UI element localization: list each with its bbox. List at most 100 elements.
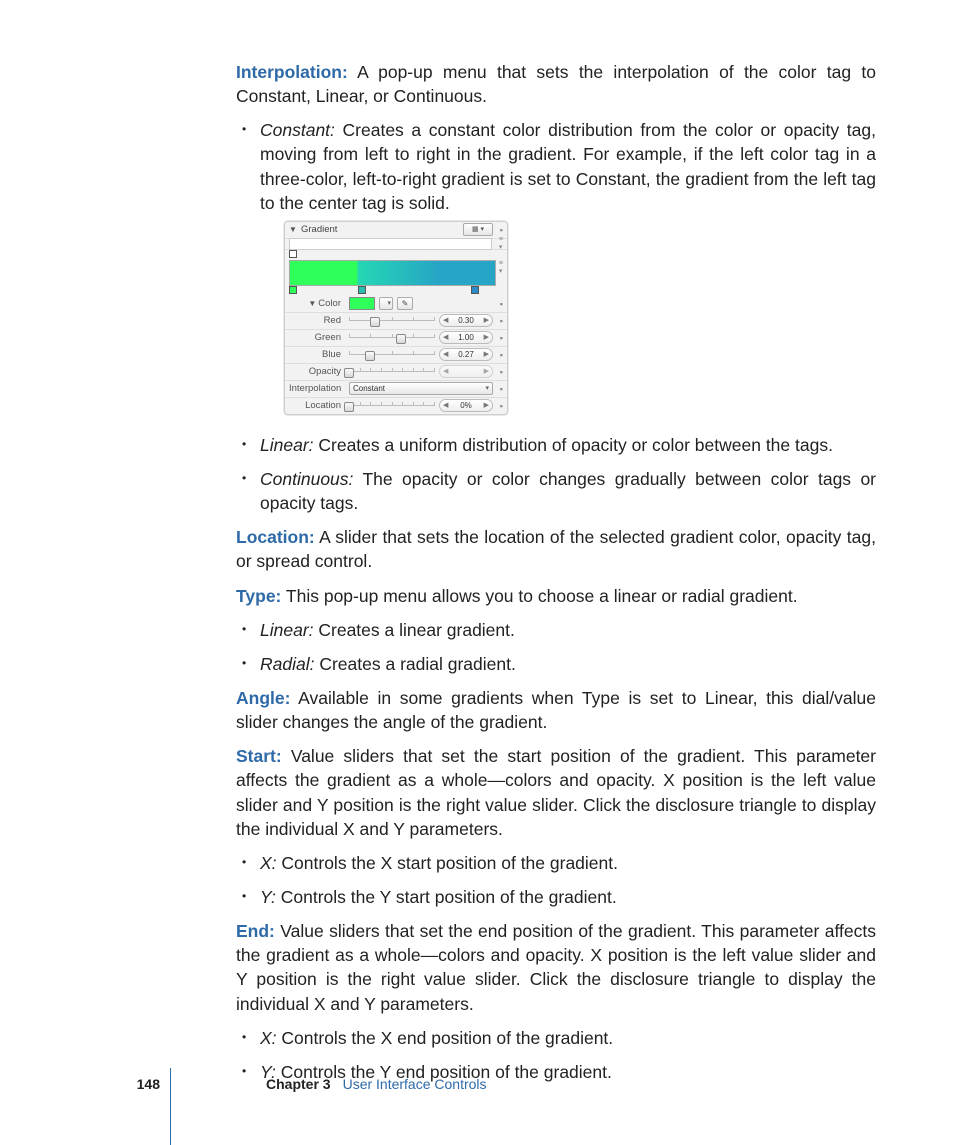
type-list: Linear: Creates a linear gradient. Radia…	[236, 618, 876, 676]
interpolation-item-continuous: Continuous: The opacity or color changes…	[236, 467, 876, 515]
green-value-stepper[interactable]: ◀1.00▶	[439, 331, 493, 344]
angle-term: Angle:	[236, 688, 290, 708]
eyedropper-icon[interactable]: ✎	[397, 297, 413, 310]
start-y-text: Controls the Y start position of the gra…	[276, 887, 617, 907]
red-label: Red	[289, 314, 345, 327]
interpolation-term: Interpolation:	[236, 62, 348, 82]
row-handle-icon: ▪	[497, 224, 503, 236]
angle-paragraph: Angle: Available in some gradients when …	[236, 686, 876, 734]
end-x-label: X:	[260, 1028, 277, 1048]
interpolation-paragraph: Interpolation: A pop-up menu that sets t…	[236, 60, 876, 108]
green-slider[interactable]	[349, 333, 435, 343]
blue-value-stepper[interactable]: ◀0.27▶	[439, 348, 493, 361]
continuous-text: The opacity or color changes gradually b…	[260, 469, 876, 513]
color-tag-center[interactable]	[358, 286, 366, 294]
end-paragraph: End: Value sliders that set the end posi…	[236, 919, 876, 1016]
row-handle-icon: ▪	[497, 332, 503, 344]
interpolation-value: Constant	[353, 383, 385, 394]
red-row: Red ◀0.30▶ ▪	[285, 313, 507, 330]
start-item-y: Y: Controls the Y start position of the …	[236, 885, 876, 909]
opacity-tag[interactable]	[289, 250, 297, 258]
blue-label: Blue	[289, 348, 345, 361]
interpolation-list: Constant: Creates a constant color distr…	[236, 118, 876, 515]
color-header-label: Color	[318, 297, 341, 310]
end-x-text: Controls the X end position of the gradi…	[277, 1028, 614, 1048]
location-paragraph: Location: A slider that sets the locatio…	[236, 525, 876, 573]
row-handle-icon: ▪	[497, 349, 503, 361]
green-value: 1.00	[458, 332, 474, 343]
start-term: Start:	[236, 746, 282, 766]
green-row: Green ◀1.00▶ ▪	[285, 330, 507, 347]
page: Interpolation: A pop-up menu that sets t…	[0, 0, 954, 1145]
preview-side-icons: ≡▾	[499, 260, 503, 286]
constant-label: Constant:	[260, 120, 335, 140]
type-item-linear: Linear: Creates a linear gradient.	[236, 618, 876, 642]
opacity-value-stepper[interactable]: ◀▶	[439, 365, 493, 378]
gradient-header-label: Gradient	[301, 223, 459, 236]
type-paragraph: Type: This pop-up menu allows you to cho…	[236, 584, 876, 608]
color-header-row: ▼ Color ▾ ✎ ▪	[285, 296, 507, 313]
start-text: Value sliders that set the start positio…	[236, 746, 876, 838]
linear-text: Creates a uniform distribution of opacit…	[314, 435, 833, 455]
interpolation-item-constant: Constant: Creates a constant color distr…	[236, 118, 876, 415]
chapter-title: User Interface Controls	[343, 1075, 487, 1094]
end-item-x: X: Controls the X end position of the gr…	[236, 1026, 876, 1050]
opacity-strip-bar[interactable]	[289, 238, 492, 250]
opacity-top-strip: ≡▾	[285, 239, 507, 250]
blue-row: Blue ◀0.27▶ ▪	[285, 347, 507, 364]
location-slider[interactable]	[349, 401, 435, 411]
opacity-row: Opacity ◀▶ ▪	[285, 364, 507, 381]
color-tag-right[interactable]	[471, 286, 479, 294]
type-linear-label: Linear:	[260, 620, 314, 640]
end-text: Value sliders that set the end position …	[236, 921, 876, 1013]
start-x-label: X:	[260, 853, 277, 873]
interpolation-popup[interactable]: Constant ▾	[349, 382, 493, 395]
gradient-preset-popup[interactable]: ▦ ▾	[463, 223, 493, 236]
type-linear-text: Creates a linear gradient.	[314, 620, 515, 640]
location-label: Location	[289, 399, 345, 412]
type-radial-label: Radial:	[260, 654, 314, 674]
interpolation-label: Interpolation	[289, 382, 345, 395]
opacity-slider[interactable]	[349, 367, 435, 377]
start-item-x: X: Controls the X start position of the …	[236, 851, 876, 875]
disclosure-down-icon: ▼	[308, 298, 316, 309]
type-radial-text: Creates a radial gradient.	[314, 654, 515, 674]
color-well-menu[interactable]: ▾	[379, 297, 393, 310]
red-slider[interactable]	[349, 316, 435, 326]
row-handle-icon: ▪	[497, 298, 503, 310]
start-paragraph: Start: Value sliders that set the start …	[236, 744, 876, 841]
gradient-preview: ≡▾	[285, 260, 507, 286]
gradient-editor-screenshot: ▼ Gradient ▦ ▾ ▪ ≡▾ ≡▾	[284, 221, 508, 415]
linear-label: Linear:	[260, 435, 314, 455]
blue-slider[interactable]	[349, 350, 435, 360]
location-term: Location:	[236, 527, 315, 547]
row-handle-icon: ▪	[497, 366, 503, 378]
content-column: Interpolation: A pop-up menu that sets t…	[124, 60, 876, 1084]
location-value-stepper[interactable]: ◀0%▶	[439, 399, 493, 412]
location-value: 0%	[460, 400, 472, 411]
green-label: Green	[289, 331, 345, 344]
row-handle-icon: ▪	[497, 315, 503, 327]
location-row: Location ◀0%▶ ▪	[285, 398, 507, 414]
row-handle-icon: ▪	[497, 383, 503, 395]
type-item-radial: Radial: Creates a radial gradient.	[236, 652, 876, 676]
type-text: This pop-up menu allows you to choose a …	[281, 586, 797, 606]
gradient-preview-bar[interactable]	[289, 260, 496, 286]
color-tag-bar	[285, 286, 507, 296]
disclosure-down-icon: ▼	[289, 224, 297, 235]
type-term: Type:	[236, 586, 281, 606]
angle-text: Available in some gradients when Type is…	[236, 688, 876, 732]
interpolation-row: Interpolation Constant ▾ ▪	[285, 381, 507, 398]
color-tag-left[interactable]	[289, 286, 297, 294]
red-value: 0.30	[458, 315, 474, 326]
gradient-header-row: ▼ Gradient ▦ ▾ ▪	[285, 222, 507, 239]
end-term: End:	[236, 921, 275, 941]
color-well[interactable]	[349, 297, 375, 310]
chapter-label: Chapter 3	[266, 1075, 331, 1094]
page-number: 148	[120, 1075, 160, 1094]
opacity-label: Opacity	[289, 365, 345, 378]
footer: 148 Chapter 3 User Interface Controls	[120, 1075, 876, 1094]
start-y-label: Y:	[260, 887, 276, 907]
start-x-text: Controls the X start position of the gra…	[277, 853, 618, 873]
red-value-stepper[interactable]: ◀0.30▶	[439, 314, 493, 327]
